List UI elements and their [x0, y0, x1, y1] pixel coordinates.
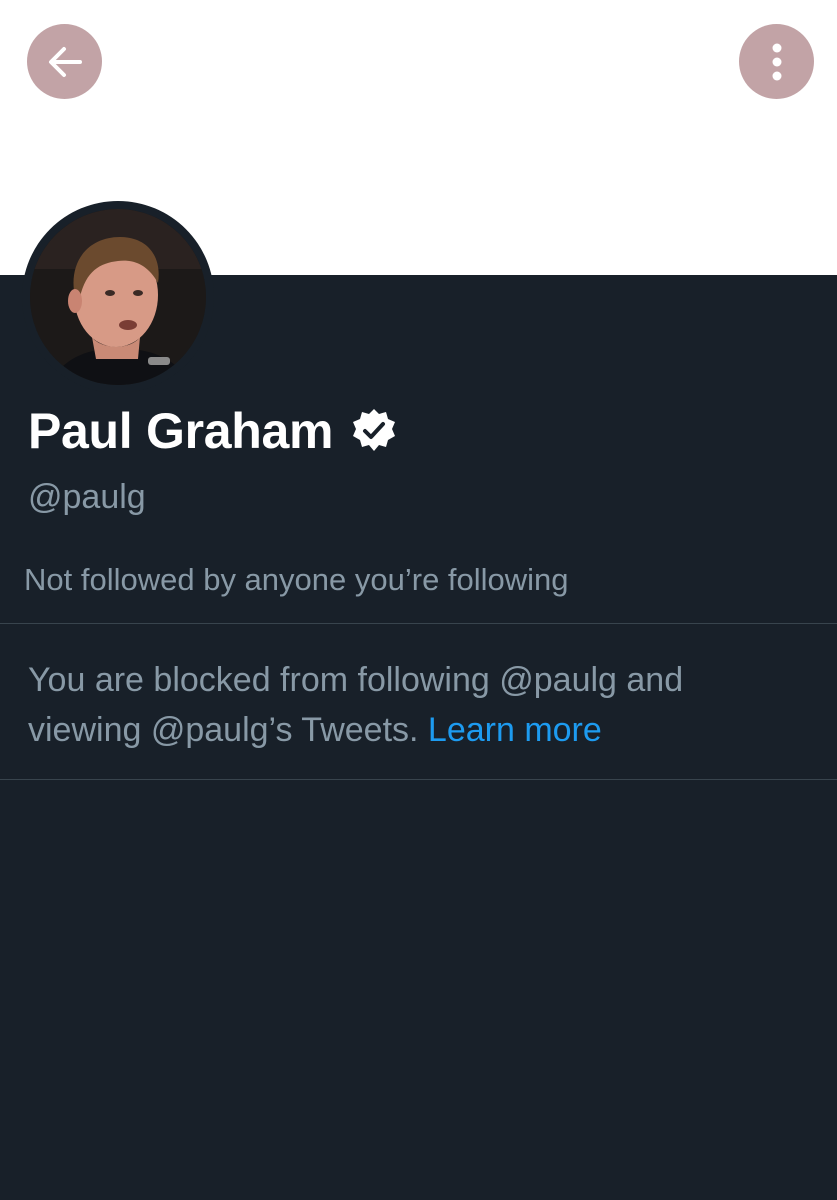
- followers-you-know-note: Not followed by anyone you’re following: [24, 562, 569, 597]
- divider: [0, 623, 837, 624]
- learn-more-link[interactable]: Learn more: [428, 711, 602, 749]
- arrow-left-icon: [48, 46, 82, 77]
- avatar-photo: [30, 209, 206, 385]
- blocked-message-line1: You are blocked from following @paulg an…: [28, 661, 684, 699]
- blocked-notice: You are blocked from following @paulg an…: [28, 655, 818, 755]
- avatar-frame: [22, 201, 214, 393]
- profile-handle: @paulg: [28, 478, 146, 516]
- vertical-dots-icon: [772, 43, 781, 80]
- profile-name-row: Paul Graham: [28, 398, 399, 464]
- divider: [0, 779, 837, 780]
- verified-badge-icon: [349, 406, 399, 456]
- avatar[interactable]: [30, 209, 206, 385]
- blocked-message-line2: viewing @paulg’s Tweets.: [28, 711, 419, 749]
- display-name: Paul Graham: [28, 403, 334, 459]
- back-button[interactable]: [27, 24, 102, 99]
- more-options-button[interactable]: [739, 24, 814, 99]
